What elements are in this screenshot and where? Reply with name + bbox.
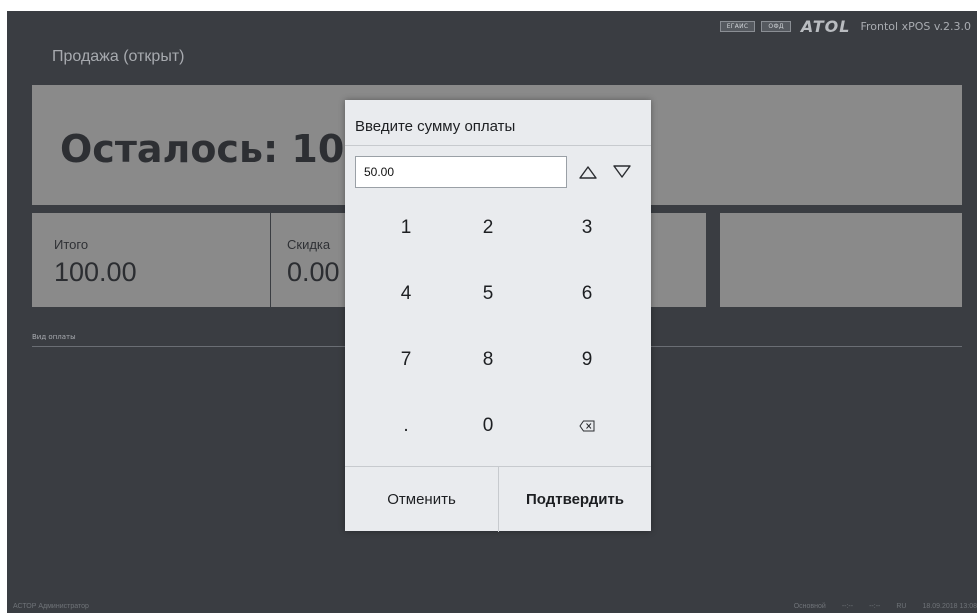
app-version: Frontol xPOS v.2.3.0 xyxy=(860,19,971,33)
status-right: Основной --:-- --:-- RU 18.09.2018 13:08 xyxy=(794,603,977,610)
total-value: 100.00 xyxy=(54,257,137,287)
status-bar: АСТОР Администратор Основной --:-- --:--… xyxy=(7,602,977,613)
numeric-keypad: 1 2 3 4 5 6 7 8 9 . 0 xyxy=(345,195,651,465)
key-2[interactable]: 2 xyxy=(437,195,539,261)
backspace-button[interactable] xyxy=(536,393,638,459)
status-lang: RU xyxy=(896,603,907,610)
atol-logo: ATOL xyxy=(800,16,851,36)
confirm-button[interactable]: Подтвердить xyxy=(498,467,651,532)
chevron-down-icon xyxy=(613,165,631,178)
total-label: Итого xyxy=(54,237,89,252)
backspace-icon xyxy=(579,420,595,432)
key-9[interactable]: 9 xyxy=(536,327,638,393)
increment-button[interactable] xyxy=(576,160,600,184)
status-datetime: 18.09.2018 13:08 xyxy=(922,603,977,610)
amount-input[interactable] xyxy=(355,156,567,188)
status-mode: Основной xyxy=(793,603,826,610)
divider xyxy=(345,145,651,146)
decrement-button[interactable] xyxy=(610,160,634,184)
top-bar: ЕГАИС ОФД ATOL Frontol xPOS v.2.3.0 xyxy=(719,16,971,36)
status-user: АСТОР Администратор xyxy=(13,603,89,610)
discount-value: 0.00 xyxy=(287,257,340,287)
discount-label: Скидка xyxy=(287,237,331,252)
chevron-up-icon xyxy=(579,166,597,179)
key-5[interactable]: 5 xyxy=(437,261,539,327)
dialog-title: Введите сумму оплаты xyxy=(355,118,516,135)
payment-type-header: Вид оплаты xyxy=(32,333,76,341)
ofd-badge: ОФД xyxy=(761,20,791,32)
key-8[interactable]: 8 xyxy=(437,327,539,393)
extra-tile xyxy=(720,213,962,307)
key-0[interactable]: 0 xyxy=(437,393,539,459)
page-title: Продажа (открыт) xyxy=(52,48,185,65)
status-time-2: --:-- xyxy=(869,603,881,610)
cancel-button[interactable]: Отменить xyxy=(345,467,498,532)
egais-badge: ЕГАИС xyxy=(719,20,756,32)
dialog-footer: Отменить Подтвердить xyxy=(345,466,651,532)
remaining-amount: Осталось: 10 xyxy=(60,127,345,171)
total-tile: Итого 100.00 xyxy=(32,213,270,307)
key-3[interactable]: 3 xyxy=(536,195,638,261)
status-time-1: --:-- xyxy=(841,603,854,610)
payment-amount-dialog: Введите сумму оплаты 1 2 3 4 5 6 7 8 9 .… xyxy=(345,100,651,532)
key-6[interactable]: 6 xyxy=(536,261,638,327)
